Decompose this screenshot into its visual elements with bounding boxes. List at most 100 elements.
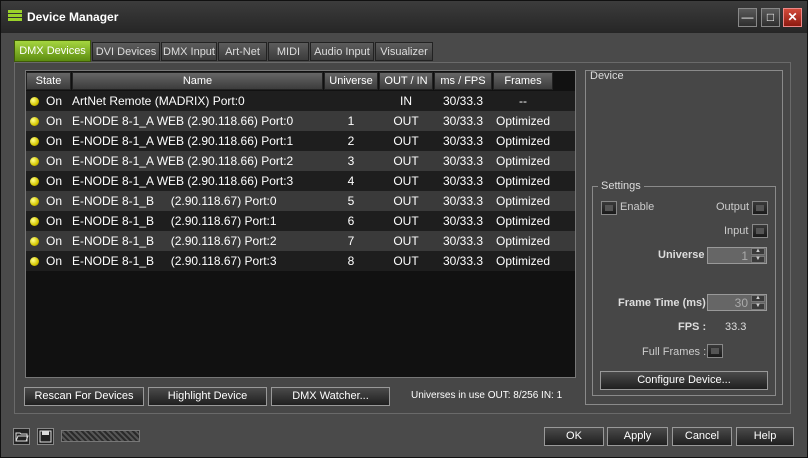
- cell-frames: Optimized: [495, 174, 551, 188]
- cell-name: E-NODE 8-1_B (2.90.118.67) Port:3: [72, 254, 277, 268]
- cell-fps: 30/33.3: [442, 234, 484, 248]
- enable-label: Enable: [620, 201, 655, 213]
- cell-name: E-NODE 8-1_B (2.90.118.67) Port:0: [72, 194, 277, 208]
- tab-dmx-devices[interactable]: DMX Devices: [14, 40, 91, 62]
- configure-device-button[interactable]: Configure Device...: [600, 371, 768, 390]
- cell-frames: Optimized: [495, 114, 551, 128]
- universe-spinner[interactable]: 1 ▲ ▼: [707, 247, 767, 264]
- col-state[interactable]: State: [26, 72, 71, 90]
- minimize-icon: —: [741, 10, 754, 24]
- cell-name: E-NODE 8-1_B (2.90.118.67) Port:1: [72, 214, 277, 228]
- tab-audio-input[interactable]: Audio Input: [310, 42, 374, 61]
- device-table[interactable]: State Name Universe OUT / IN ms / FPS Fr…: [25, 70, 576, 378]
- dmx-watcher-button[interactable]: DMX Watcher...: [271, 387, 390, 406]
- save-icon[interactable]: [37, 428, 54, 445]
- frame-time-spinner[interactable]: 30 ▲ ▼: [707, 294, 767, 311]
- close-button[interactable]: ✕: [783, 8, 802, 27]
- spin-down-icon[interactable]: ▼: [751, 256, 765, 263]
- spin-up-icon[interactable]: ▲: [751, 295, 765, 302]
- universe-value: 1: [741, 249, 748, 263]
- table-row[interactable]: On E-NODE 8-1_B (2.90.118.67) Port:3 8 OUT 3…: [26, 251, 575, 271]
- table-row[interactable]: On E-NODE 8-1_A WEB (2.90.118.66) Port:0 1…: [26, 111, 575, 131]
- col-universe[interactable]: Universe: [324, 72, 378, 90]
- table-row[interactable]: On E-NODE 8-1_A WEB (2.90.118.66) Port:3 4…: [26, 171, 575, 191]
- progress-indicator: [61, 430, 140, 442]
- frame-time-value: 30: [734, 296, 748, 310]
- rescan-button[interactable]: Rescan For Devices: [24, 387, 144, 406]
- cell-name: E-NODE 8-1_A WEB (2.90.118.66) Port:2: [72, 154, 294, 168]
- cell-io: OUT: [393, 194, 419, 208]
- cell-universe: 1: [347, 114, 355, 128]
- col-name[interactable]: Name: [72, 72, 323, 90]
- tab-visualizer[interactable]: Visualizer: [375, 42, 433, 61]
- table-row[interactable]: On ArtNet Remote (MADRIX) Port:0 IN 30/33.3…: [26, 91, 575, 111]
- col-ms-fps[interactable]: ms / FPS: [434, 72, 492, 90]
- spin-down-icon[interactable]: ▼: [751, 303, 765, 310]
- close-icon: ✕: [787, 10, 798, 24]
- cell-universe: 8: [347, 254, 355, 268]
- tab-midi[interactable]: MIDI: [268, 42, 309, 61]
- cell-state: On: [46, 194, 63, 208]
- device-group-label: Device: [590, 70, 624, 82]
- fps-label: FPS :: [678, 321, 707, 333]
- highlight-device-button[interactable]: Highlight Device: [148, 387, 267, 406]
- apply-button[interactable]: Apply: [607, 427, 668, 446]
- status-on-icon: [30, 97, 39, 106]
- cell-fps: 30/33.3: [442, 134, 484, 148]
- input-label: Input: [724, 225, 749, 237]
- output-checkbox[interactable]: [752, 201, 768, 215]
- cell-state: On: [46, 154, 63, 168]
- cell-name: ArtNet Remote (MADRIX) Port:0: [72, 94, 245, 108]
- table-header: State Name Universe OUT / IN ms / FPS Fr…: [26, 71, 575, 91]
- cell-frames: Optimized: [495, 154, 551, 168]
- cell-state: On: [46, 134, 63, 148]
- status-on-icon: [30, 237, 39, 246]
- title-bar[interactable]: Device Manager — □ ✕: [1, 1, 807, 33]
- cell-frames: Optimized: [495, 134, 551, 148]
- table-row[interactable]: On E-NODE 8-1_B (2.90.118.67) Port:0 5 OUT 3…: [26, 191, 575, 211]
- tab-dmx-input[interactable]: DMX Input: [161, 42, 217, 61]
- table-row[interactable]: On E-NODE 8-1_B (2.90.118.67) Port:1 6 OUT 3…: [26, 211, 575, 231]
- cell-state: On: [46, 234, 63, 248]
- cell-frames: --: [519, 94, 527, 108]
- table-row[interactable]: On E-NODE 8-1_B (2.90.118.67) Port:2 7 OUT 3…: [26, 231, 575, 251]
- full-frames-checkbox[interactable]: [707, 344, 723, 358]
- input-checkbox[interactable]: [752, 224, 768, 238]
- cell-io: OUT: [393, 114, 419, 128]
- status-on-icon: [30, 117, 39, 126]
- cell-io: IN: [400, 94, 412, 108]
- cell-universe: 4: [347, 174, 355, 188]
- tab-dvi-devices[interactable]: DVI Devices: [92, 42, 160, 61]
- universe-label: Universe :: [658, 249, 712, 261]
- maximize-button[interactable]: □: [761, 8, 780, 27]
- minimize-button[interactable]: —: [738, 8, 757, 27]
- cell-frames: Optimized: [495, 214, 551, 228]
- open-folder-icon[interactable]: [13, 428, 30, 445]
- cell-fps: 30/33.3: [442, 194, 484, 208]
- cell-universe: 6: [347, 214, 355, 228]
- cell-fps: 30/33.3: [442, 214, 484, 228]
- app-logo-icon: [8, 10, 22, 21]
- help-button[interactable]: Help: [736, 427, 794, 446]
- cell-frames: Optimized: [495, 254, 551, 268]
- settings-group-label: Settings: [598, 180, 644, 192]
- cell-state: On: [46, 114, 63, 128]
- spin-up-icon[interactable]: ▲: [751, 248, 765, 255]
- settings-group: [592, 186, 776, 396]
- tab-art-net[interactable]: Art-Net: [218, 42, 267, 61]
- table-row[interactable]: On E-NODE 8-1_A WEB (2.90.118.66) Port:1 2…: [26, 131, 575, 151]
- cancel-button[interactable]: Cancel: [672, 427, 732, 446]
- col-frames[interactable]: Frames: [493, 72, 553, 90]
- ok-button[interactable]: OK: [544, 427, 604, 446]
- window-title: Device Manager: [27, 10, 119, 24]
- enable-checkbox[interactable]: [601, 201, 617, 215]
- cell-fps: 30/33.3: [442, 94, 484, 108]
- table-row[interactable]: On E-NODE 8-1_A WEB (2.90.118.66) Port:2 3…: [26, 151, 575, 171]
- cell-universe: 2: [347, 134, 355, 148]
- col-out-in[interactable]: OUT / IN: [379, 72, 433, 90]
- status-on-icon: [30, 137, 39, 146]
- frame-time-label: Frame Time (ms) :: [618, 297, 713, 309]
- universes-in-use-text: Universes in use OUT: 8/256 IN: 1: [411, 390, 563, 401]
- cell-io: OUT: [393, 134, 419, 148]
- cell-universe: 3: [347, 154, 355, 168]
